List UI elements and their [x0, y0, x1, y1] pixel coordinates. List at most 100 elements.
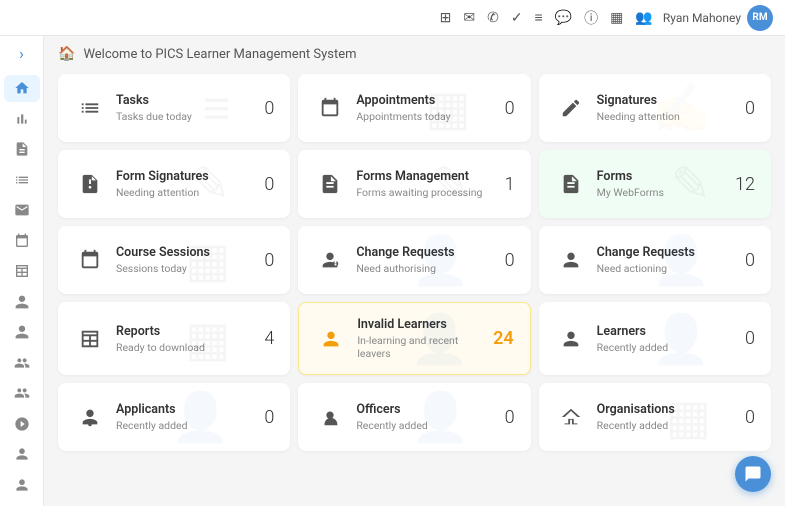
card-signatures-subtitle: Needing attention	[597, 110, 745, 123]
card-appointments-subtitle: Appointments today	[356, 110, 504, 123]
sidebar-item-person[interactable]	[4, 289, 40, 316]
card-officers[interactable]: 👤 Officers Recently added 0	[298, 383, 530, 451]
chat-button[interactable]	[735, 456, 771, 492]
card-reports[interactable]: ▦ Reports Ready to download 4	[58, 302, 290, 375]
card-signatures-info: Signatures Needing attention	[597, 93, 745, 123]
info-icon[interactable]: ⓘ	[584, 8, 598, 28]
card-forms-management-title: Forms Management	[356, 169, 504, 184]
sidebar-item-people2[interactable]	[4, 380, 40, 407]
course-sessions-icon	[74, 244, 106, 276]
top-header: ⊞ ✉ ✆ ✓ ≡ 💬 ⓘ ▦ 👥 Ryan Mahoney RM	[0, 0, 785, 36]
card-reports-count: 4	[264, 328, 274, 349]
sidebar-item-person3[interactable]	[4, 441, 40, 468]
card-tasks-title: Tasks	[116, 93, 264, 108]
card-tasks-count: 0	[264, 98, 274, 119]
card-change-requests-auth-count: 0	[505, 250, 515, 271]
sidebar-item-settings[interactable]	[4, 411, 40, 438]
card-signatures[interactable]: ✍ Signatures Needing attention 0	[539, 74, 771, 142]
content-area: 🏠 Welcome to PICS Learner Management Sys…	[44, 36, 785, 506]
sidebar-item-table[interactable]	[4, 258, 40, 285]
main-layout: ›	[0, 36, 785, 506]
card-learners-subtitle: Recently added	[597, 341, 745, 354]
card-form-signatures-title: Form Signatures	[116, 169, 264, 184]
card-course-sessions-title: Course Sessions	[116, 245, 264, 260]
card-change-requests-action-info: Change Requests Need actioning	[597, 245, 745, 275]
card-forms-management-info: Forms Management Forms awaiting processi…	[356, 169, 504, 199]
sidebar-toggle[interactable]: ›	[19, 44, 24, 63]
card-forms-title: Forms	[597, 169, 735, 184]
card-form-signatures-info: Form Signatures Needing attention	[116, 169, 264, 199]
card-forms-management-count: 1	[505, 174, 515, 195]
card-appointments-count: 0	[505, 98, 515, 119]
card-reports-subtitle: Ready to download	[116, 341, 264, 354]
card-forms[interactable]: ✎ Forms My WebForms 12	[539, 150, 771, 218]
sidebar-item-charts[interactable]	[4, 106, 40, 133]
card-applicants-subtitle: Recently added	[116, 419, 264, 432]
sidebar-item-calendar[interactable]	[4, 228, 40, 255]
card-appointments-info: Appointments Appointments today	[356, 93, 504, 123]
sidebar: ›	[0, 36, 44, 506]
card-change-requests-action-count: 0	[745, 250, 755, 271]
learners-icon	[555, 323, 587, 355]
card-change-requests-auth-info: Change Requests Need authorising	[356, 245, 504, 275]
user-avatar: RM	[747, 5, 773, 31]
card-signatures-title: Signatures	[597, 93, 745, 108]
check-icon[interactable]: ✓	[511, 10, 523, 26]
card-organisations-subtitle: Recently added	[597, 419, 745, 432]
form-signatures-icon	[74, 168, 106, 200]
card-organisations[interactable]: ▦ Organisations Recently added 0	[539, 383, 771, 451]
card-invalid-learners[interactable]: 👤 Invalid Learners In-learning and recen…	[298, 302, 530, 375]
page-title-bar: 🏠 Welcome to PICS Learner Management Sys…	[58, 46, 771, 62]
sidebar-item-person2[interactable]	[4, 319, 40, 346]
officers-icon	[314, 401, 346, 433]
card-learners-title: Learners	[597, 324, 745, 339]
phone-icon[interactable]: ✆	[487, 10, 499, 26]
card-course-sessions[interactable]: ▦ Course Sessions Sessions today 0	[58, 226, 290, 294]
list-icon[interactable]: ≡	[535, 9, 543, 26]
card-appointments[interactable]: ▦ Appointments Appointments today 0	[298, 74, 530, 142]
card-officers-subtitle: Recently added	[356, 419, 504, 432]
sidebar-item-mail[interactable]	[4, 197, 40, 224]
tasks-icon	[74, 92, 106, 124]
mail-icon[interactable]: ✉	[463, 10, 475, 26]
chat-icon[interactable]: 💬	[555, 10, 572, 26]
card-change-requests-action-subtitle: Need actioning	[597, 262, 745, 275]
card-reports-title: Reports	[116, 324, 264, 339]
card-forms-subtitle: My WebForms	[597, 186, 735, 199]
sidebar-item-documents[interactable]	[4, 136, 40, 163]
card-forms-count: 12	[735, 174, 755, 195]
card-tasks-info: Tasks Tasks due today	[116, 93, 264, 123]
home-small-icon: 🏠	[58, 46, 75, 62]
card-form-signatures[interactable]: ✎ Form Signatures Needing attention 0	[58, 150, 290, 218]
card-change-requests-auth-subtitle: Need authorising	[356, 262, 504, 275]
card-change-requests-auth-title: Change Requests	[356, 245, 504, 260]
card-invalid-learners-title: Invalid Learners	[357, 317, 493, 332]
card-organisations-count: 0	[745, 407, 755, 428]
card-forms-management[interactable]: ✎ Forms Management Forms awaiting proces…	[298, 150, 530, 218]
sidebar-item-people[interactable]	[4, 350, 40, 377]
page-title: Welcome to PICS Learner Management Syste…	[83, 47, 356, 62]
card-officers-info: Officers Recently added	[356, 402, 504, 432]
card-officers-title: Officers	[356, 402, 504, 417]
user-info[interactable]: Ryan Mahoney RM	[663, 5, 773, 31]
forms-icon	[555, 168, 587, 200]
card-form-signatures-subtitle: Needing attention	[116, 186, 264, 199]
sidebar-item-person4[interactable]	[4, 472, 40, 499]
card-learners[interactable]: 👤 Learners Recently added 0	[539, 302, 771, 375]
card-organisations-info: Organisations Recently added	[597, 402, 745, 432]
sidebar-item-home[interactable]	[4, 75, 40, 102]
card-forms-info: Forms My WebForms	[597, 169, 735, 199]
users-icon[interactable]: 👥	[635, 10, 652, 26]
card-tasks[interactable]: ≡ Tasks Tasks due today 0	[58, 74, 290, 142]
sidebar-item-list[interactable]	[4, 167, 40, 194]
user-name-label: Ryan Mahoney	[663, 11, 741, 25]
card-applicants-info: Applicants Recently added	[116, 402, 264, 432]
card-icon[interactable]: ▦	[610, 10, 623, 26]
card-organisations-title: Organisations	[597, 402, 745, 417]
card-change-requests-action[interactable]: 👤 Change Requests Need actioning 0	[539, 226, 771, 294]
grid-icon[interactable]: ⊞	[440, 10, 452, 26]
card-forms-management-subtitle: Forms awaiting processing	[356, 186, 504, 199]
reports-icon	[74, 323, 106, 355]
card-change-requests-auth[interactable]: 👤 Change Requests Need authorising 0	[298, 226, 530, 294]
card-applicants[interactable]: 👤 Applicants Recently added 0	[58, 383, 290, 451]
